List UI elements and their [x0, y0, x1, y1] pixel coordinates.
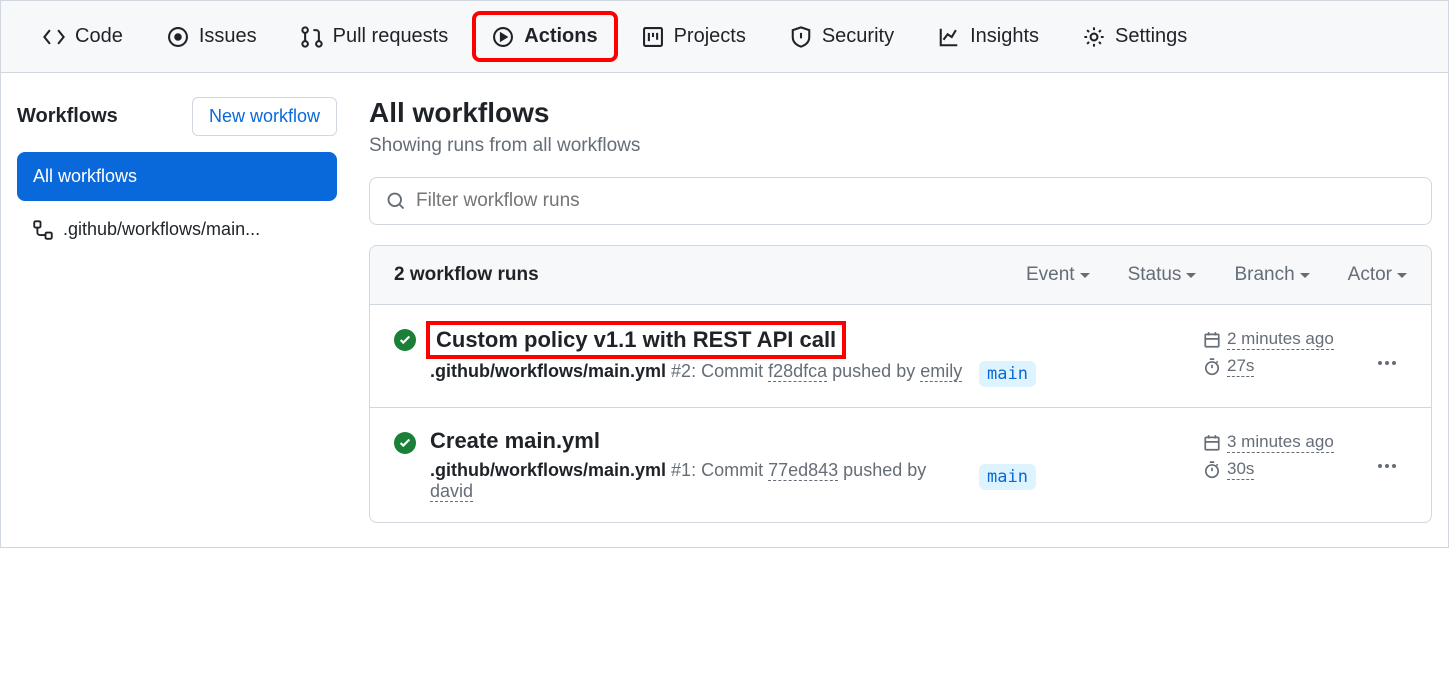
tab-insights[interactable]: Insights [920, 13, 1057, 60]
page-subtitle: Showing runs from all workflows [369, 135, 1432, 157]
graph-icon [938, 26, 960, 48]
tab-label: Settings [1115, 25, 1187, 48]
run-meta-col: 2 minutes ago 27s [1203, 325, 1353, 383]
kebab-menu-button[interactable] [1378, 464, 1396, 468]
run-info: Create main.yml .github/workflows/main.y… [430, 428, 965, 502]
run-branch-col: main [979, 428, 1189, 490]
run-duration: 30s [1203, 459, 1353, 480]
filter-branch[interactable]: Branch [1234, 264, 1309, 286]
runs-list: Custom policy v1.1 with REST API call .g… [370, 305, 1431, 522]
gear-icon [1083, 26, 1105, 48]
runs-filters: Event Status Branch Actor [1026, 264, 1407, 286]
run-subtitle: .github/workflows/main.yml #2: Commit f2… [430, 361, 965, 382]
run-title-link[interactable]: Create main.yml [430, 428, 600, 454]
tab-settings[interactable]: Settings [1065, 13, 1205, 60]
tab-issues[interactable]: Issues [149, 13, 275, 60]
workflow-file-name: .github/workflows/main.yml [430, 460, 666, 480]
filter-actor[interactable]: Actor [1348, 264, 1407, 286]
run-row: Custom policy v1.1 with REST API call .g… [370, 305, 1431, 408]
filter-status[interactable]: Status [1128, 264, 1197, 286]
success-icon [394, 432, 416, 454]
commit-hash[interactable]: f28dfca [768, 361, 827, 382]
caret-down-icon [1397, 273, 1407, 278]
shield-icon [790, 26, 812, 48]
run-number: #2 [671, 361, 691, 381]
tab-actions[interactable]: Actions [474, 13, 615, 60]
run-actions-col [1367, 428, 1407, 468]
run-title-link[interactable]: Custom policy v1.1 with REST API call [430, 325, 842, 355]
kebab-menu-button[interactable] [1378, 361, 1396, 365]
content: All workflows Showing runs from all work… [369, 97, 1432, 523]
sidebar-item-label: All workflows [33, 166, 137, 187]
project-icon [642, 26, 664, 48]
sidebar: Workflows New workflow All workflows .gi… [17, 97, 337, 523]
tab-security[interactable]: Security [772, 13, 912, 60]
sidebar-item-workflow-file[interactable]: .github/workflows/main... [17, 205, 337, 254]
runs-count: 2 workflow runs [394, 264, 539, 286]
caret-down-icon [1186, 273, 1196, 278]
pull-request-icon [301, 26, 323, 48]
repo-topnav: Code Issues Pull requests Actions Projec… [1, 1, 1448, 73]
stopwatch-icon [1203, 461, 1221, 479]
sidebar-item-all-workflows[interactable]: All workflows [17, 152, 337, 201]
filter-input[interactable] [416, 190, 1415, 212]
branch-badge[interactable]: main [979, 464, 1036, 490]
code-icon [43, 26, 65, 48]
run-info: Custom policy v1.1 with REST API call .g… [430, 325, 965, 382]
calendar-icon [1203, 331, 1221, 349]
sidebar-header: Workflows New workflow [17, 97, 337, 136]
tab-label: Security [822, 25, 894, 48]
run-actions-col [1367, 325, 1407, 365]
tab-code[interactable]: Code [25, 13, 141, 60]
stopwatch-icon [1203, 358, 1221, 376]
tab-label: Pull requests [333, 25, 449, 48]
commit-hash[interactable]: 77ed843 [768, 460, 838, 481]
tab-label: Issues [199, 25, 257, 48]
caret-down-icon [1080, 273, 1090, 278]
tab-label: Insights [970, 25, 1039, 48]
tab-label: Code [75, 25, 123, 48]
tab-projects[interactable]: Projects [624, 13, 764, 60]
run-subtitle: .github/workflows/main.yml #1: Commit 77… [430, 460, 965, 502]
runs-panel: 2 workflow runs Event Status Branch Acto… [369, 245, 1432, 523]
run-row: Create main.yml .github/workflows/main.y… [370, 408, 1431, 522]
success-icon [394, 329, 416, 351]
caret-down-icon [1300, 273, 1310, 278]
sidebar-item-label: .github/workflows/main... [63, 219, 260, 240]
workflow-icon [33, 220, 53, 240]
search-icon [386, 191, 406, 211]
calendar-icon [1203, 434, 1221, 452]
main-container: Workflows New workflow All workflows .gi… [1, 73, 1448, 547]
actor-link[interactable]: david [430, 481, 473, 502]
workflow-file-name: .github/workflows/main.yml [430, 361, 666, 381]
tab-label: Projects [674, 25, 746, 48]
run-time-ago: 2 minutes ago [1203, 329, 1353, 350]
branch-badge[interactable]: main [979, 361, 1036, 387]
filter-event[interactable]: Event [1026, 264, 1090, 286]
run-time-ago: 3 minutes ago [1203, 432, 1353, 453]
filter-box[interactable] [369, 177, 1432, 225]
tab-pull-requests[interactable]: Pull requests [283, 13, 467, 60]
actor-link[interactable]: emily [920, 361, 962, 382]
run-duration: 27s [1203, 356, 1353, 377]
issues-icon [167, 26, 189, 48]
sidebar-title: Workflows [17, 105, 118, 128]
run-branch-col: main [979, 325, 1189, 387]
run-meta-col: 3 minutes ago 30s [1203, 428, 1353, 486]
new-workflow-button[interactable]: New workflow [192, 97, 337, 136]
runs-header: 2 workflow runs Event Status Branch Acto… [370, 246, 1431, 305]
run-number: #1 [671, 460, 691, 480]
play-circle-icon [492, 26, 514, 48]
page-title: All workflows [369, 97, 1432, 129]
tab-label: Actions [524, 25, 597, 48]
